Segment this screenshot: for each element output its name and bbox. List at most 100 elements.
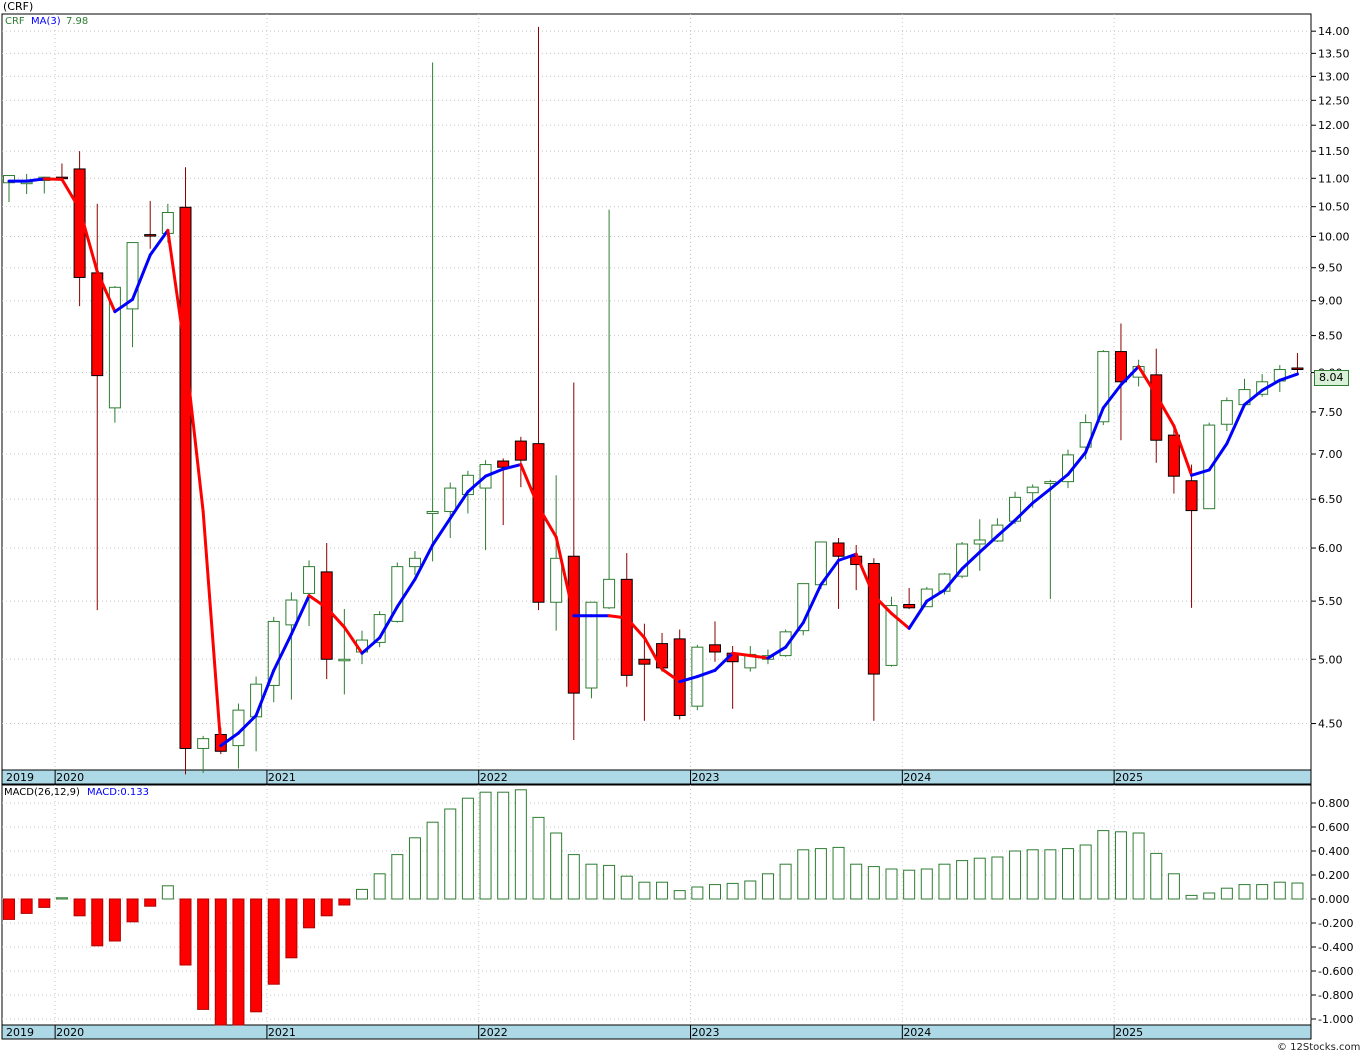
candle-body-up [303,566,316,594]
macd-bar-negative [250,898,263,1013]
macd-bar-positive [744,880,757,900]
candle-body-down [179,206,192,749]
macd-bar-positive [550,832,563,900]
candle-body-down [709,644,721,653]
candle-body-up [426,511,439,514]
price-year-label: 2020 [56,771,84,784]
macd-bar-positive [1273,881,1286,900]
macd-bar-positive [797,849,810,900]
candle-body-up [197,738,210,749]
macd-bar-positive [779,863,792,900]
price-tick-label: 5.00 [1318,653,1343,666]
macd-bar-positive [1132,832,1145,900]
macd-bar-positive [991,856,1004,900]
macd-bar-positive [903,869,916,900]
macd-bar-positive [885,868,898,900]
price-tick-label: 6.00 [1318,542,1343,555]
candle-body-up [973,539,986,545]
macd-bar-positive [814,848,827,900]
price-tick-label: 11.00 [1318,172,1350,185]
price-tick-label: 10.00 [1318,230,1350,243]
candle-body-down [497,460,510,468]
macd-bar-positive [1009,850,1022,900]
macd-bar-positive [567,854,580,900]
candle-body-down [903,603,916,609]
price-tick-label: 6.50 [1318,493,1343,506]
macd-bar-positive [1220,887,1233,900]
macd-year-label: 2019 [6,1026,34,1039]
price-tick-label: 4.50 [1318,718,1343,731]
macd-year-label: 2024 [903,1026,931,1039]
candle-body-down [1291,367,1304,371]
macd-bar-positive [426,821,439,900]
macd-bar-negative [91,898,104,947]
macd-tick-label: 0.400 [1318,845,1350,858]
candle-body-up [550,557,563,603]
price-year-label: 2021 [268,771,296,784]
macd-year-label: 2020 [56,1026,84,1039]
chart-root: 4.505.005.506.006.507.007.508.008.509.00… [0,0,1360,1056]
macd-bar-positive [444,808,457,900]
macd-tick-label: -0.200 [1318,917,1353,930]
price-tick-label: 10.50 [1318,201,1350,214]
macd-bar-positive [408,837,421,900]
macd-tick-label: -0.400 [1318,941,1353,954]
macd-bar-positive [461,797,474,900]
macd-bar-negative [108,898,121,942]
candle-body-up [1044,481,1057,484]
candle-body-down [638,658,651,665]
price-tick-label: 8.50 [1318,330,1343,343]
macd-bar-positive [514,789,527,900]
legend-macd-value: MACD:0.133 [87,787,149,798]
macd-bar-positive [55,897,68,900]
macd-bar-positive [867,866,880,900]
chart-canvas: 4.505.005.506.006.507.007.508.008.509.00… [1,13,1353,1040]
candle-body-down [1150,374,1163,441]
price-tick-label: 9.50 [1318,262,1343,275]
macd-tick-label: 0.800 [1318,797,1350,810]
macd-bar-positive [1150,852,1163,900]
macd-bar-negative [303,898,316,929]
macd-bar-positive [920,868,933,900]
price-tick-label: 12.50 [1318,94,1350,107]
macd-bar-positive [532,816,545,900]
price-tick-label: 7.00 [1318,448,1343,461]
candle-body-down [514,440,527,461]
macd-bar-positive [585,863,598,900]
candle-body-down [320,571,333,660]
candle-body-down [832,542,845,557]
candle-body-down [144,234,157,237]
macd-bar-positive [1291,882,1304,900]
macd-bar-negative [126,898,139,923]
candle-body-down [1185,480,1198,512]
macd-bar-positive [1167,873,1180,900]
legend-ma-label: MA(3) [31,16,61,27]
macd-year-label: 2023 [692,1026,720,1039]
macd-bar-positive [956,860,969,900]
macd-bar-negative [267,898,280,985]
candle-body-down [620,578,633,676]
macd-bar-negative [144,898,157,907]
legend-ma-value: 7.98 [66,16,89,27]
price-tick-label: 11.50 [1318,145,1350,158]
macd-bar-positive [638,881,651,900]
macd-bar-positive [1185,894,1198,900]
price-tick-label: 5.50 [1318,595,1343,608]
candle-body-down [1114,351,1127,383]
macd-bar-positive [761,873,774,900]
macd-bar-positive [691,886,704,900]
macd-bar-positive [479,791,492,900]
macd-bar-positive [850,863,863,900]
macd-bar-negative [232,898,245,1026]
candle-body-down [567,555,580,694]
macd-bar-positive [1256,884,1269,900]
price-tick-label: 12.00 [1318,119,1350,132]
macd-bar-positive [1238,884,1251,900]
candle-body-down [1167,434,1180,477]
macd-bar-positive [938,863,951,900]
macd-bar-positive [1026,849,1039,900]
price-year-label: 2024 [903,771,931,784]
candle-body-up [1220,400,1233,425]
price-year-label: 2023 [692,771,720,784]
candle-body-up [1026,486,1039,494]
